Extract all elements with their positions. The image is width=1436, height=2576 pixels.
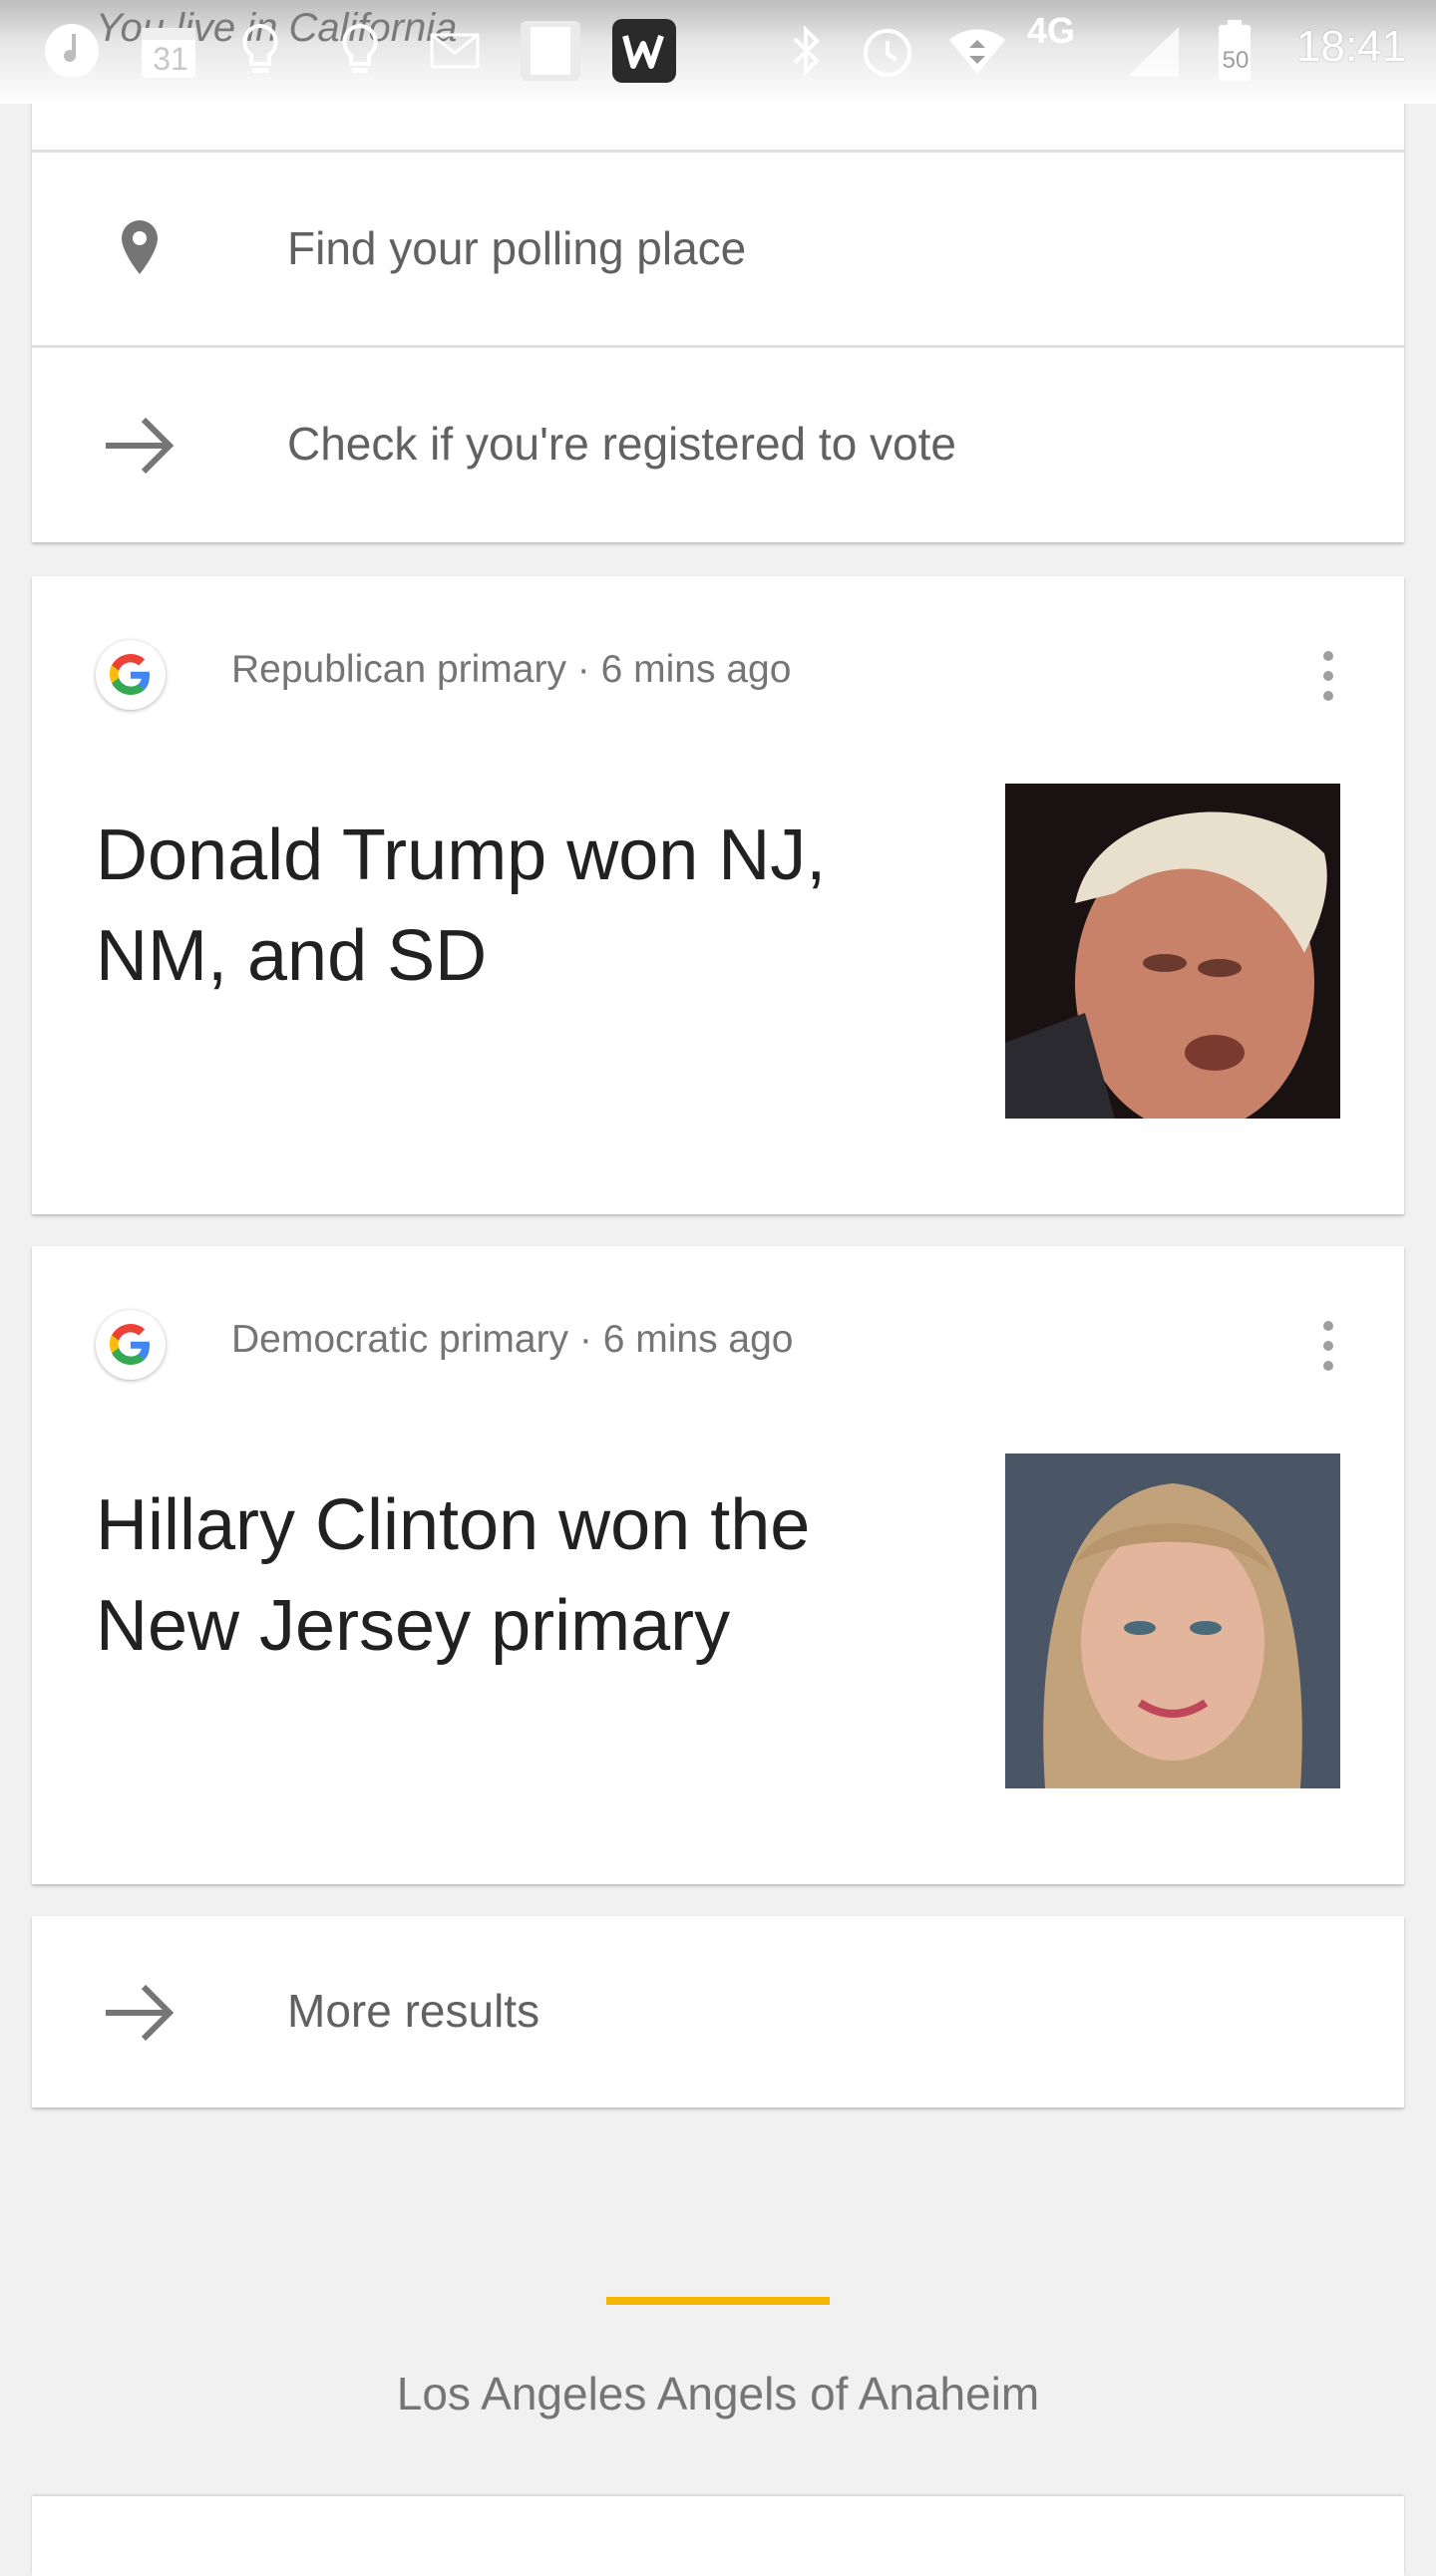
news-card-democratic[interactable]: Democratic primary · 6 mins ago Hillary … <box>32 1246 1404 1884</box>
lightbulb-icon <box>335 18 385 84</box>
news-card-republican[interactable]: Republican primary · 6 mins ago Donald T… <box>32 576 1404 1214</box>
find-polling-place-row[interactable]: Find your polling place <box>32 154 1404 347</box>
news-meta: Republican primary · 6 mins ago <box>231 648 792 691</box>
wifi-data-icon <box>945 18 1009 84</box>
mail-icon <box>427 18 483 84</box>
check-registration-label: Check if you're registered to vote <box>287 418 956 470</box>
calendar-day: 31 <box>153 40 188 77</box>
trump-photo <box>1005 784 1340 1119</box>
news-headline: Donald Trump won NJ, NM, and SD <box>96 815 827 996</box>
google-logo-icon <box>96 640 166 710</box>
status-bar: You live in California 31 4G 50 18:41 <box>0 0 1436 104</box>
more-results-row[interactable]: More results <box>32 1916 1404 2107</box>
clock: 18:41 <box>1295 22 1406 71</box>
google-logo-icon <box>96 1310 166 1380</box>
location-pin-icon <box>100 210 180 290</box>
section-title: Los Angeles Angels of Anaheim <box>396 2368 1040 2419</box>
network-type: 4G <box>1027 10 1076 51</box>
bible-app-icon <box>517 18 584 84</box>
find-polling-place-label: Find your polling place <box>287 222 747 274</box>
arrow-right-icon <box>100 1973 180 2053</box>
clinton-photo <box>1005 1453 1340 1788</box>
divider <box>32 345 1404 348</box>
lightbulb-icon <box>235 18 285 84</box>
music-note-icon <box>40 18 104 84</box>
more-options-icon[interactable] <box>1308 1316 1348 1376</box>
more-results-label: More results <box>287 1985 540 2037</box>
news-meta: Democratic primary · 6 mins ago <box>231 1318 794 1361</box>
check-registration-row[interactable]: Check if you're registered to vote <box>32 349 1404 542</box>
wish-app-icon <box>610 18 678 84</box>
battery-level: 50 <box>1222 47 1250 74</box>
divider <box>32 150 1404 153</box>
section-accent-bar <box>606 2297 830 2305</box>
news-headline: Hillary Clinton won the New Jersey prima… <box>96 1485 811 1666</box>
next-card[interactable] <box>32 2496 1404 2576</box>
more-options-icon[interactable] <box>1308 646 1348 706</box>
arrow-right-icon <box>100 406 180 485</box>
bluetooth-icon <box>784 18 828 84</box>
alarm-icon <box>856 18 919 84</box>
signal-icon <box>1121 18 1185 84</box>
more-results-card[interactable]: More results <box>32 1916 1404 2107</box>
